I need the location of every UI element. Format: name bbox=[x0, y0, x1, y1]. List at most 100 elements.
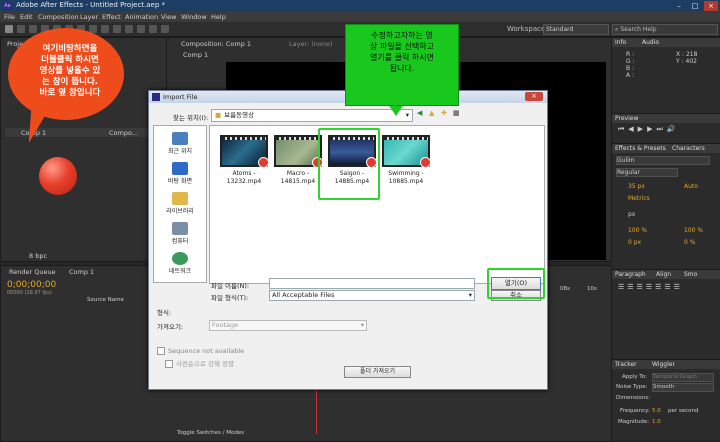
close-icon[interactable]: × bbox=[704, 1, 718, 11]
menu-help[interactable]: Help bbox=[211, 13, 226, 21]
after-effects-dialog-icon bbox=[152, 93, 160, 101]
place-label: 네트워크 bbox=[168, 268, 192, 275]
menu-bar: File Edit Composition Layer Effect Anima… bbox=[0, 12, 720, 22]
tab-preview[interactable]: Preview bbox=[615, 115, 638, 122]
project-item-compo[interactable]: Compo... bbox=[109, 129, 138, 137]
callout-line: 열기를 클릭 하시면 bbox=[370, 53, 434, 62]
frequency-value[interactable]: 5.0 bbox=[652, 408, 661, 414]
menu-effect[interactable]: Effect bbox=[102, 13, 121, 21]
selected-file-highlight bbox=[318, 128, 380, 200]
menu-view[interactable]: View bbox=[161, 13, 176, 21]
maximize-icon[interactable]: □ bbox=[688, 1, 702, 11]
magnitude-value[interactable]: 1.0 bbox=[652, 419, 661, 425]
instruction-callout-text: 수정하고자하는 영 상 파일을 선택하고 열기를 클릭 하시면 됩니다. bbox=[350, 30, 454, 74]
callout-line: 수정하고자하는 영 bbox=[371, 31, 433, 40]
clone-tool-icon[interactable] bbox=[125, 25, 133, 33]
zoom-tool-icon[interactable] bbox=[29, 25, 37, 33]
preview-controls[interactable]: ⏮◀▶▶⏭🔊 bbox=[618, 125, 714, 133]
import-folder-button[interactable]: 폴더 가져오기 bbox=[344, 366, 411, 378]
file-item-swimming[interactable]: Swimming - 10885.mp4 bbox=[378, 135, 434, 185]
file-item-atoms[interactable]: Atoms - 13232.mp4 bbox=[216, 135, 272, 185]
font-style-select[interactable]: Regular bbox=[616, 168, 678, 177]
tab-tracker[interactable]: Tracker bbox=[615, 361, 637, 368]
back-icon[interactable]: ◀ bbox=[417, 109, 425, 118]
menu-window[interactable]: Window bbox=[181, 13, 207, 21]
tsume-value[interactable]: 0 % bbox=[684, 239, 695, 246]
menu-file[interactable]: File bbox=[4, 13, 15, 21]
red-dot-marker bbox=[39, 157, 77, 195]
hand-tool-icon[interactable] bbox=[17, 25, 25, 33]
source-name-header: Source Name bbox=[87, 297, 124, 303]
tab-characters[interactable]: Characters bbox=[672, 145, 705, 152]
place-label: 바탕 화면 bbox=[168, 178, 192, 185]
force-alpha-checkbox[interactable]: 사전순으로 강제 정렬 bbox=[165, 358, 234, 368]
stroke-width-unit[interactable]: px bbox=[628, 211, 635, 218]
comp-subtab[interactable]: Comp 1 bbox=[183, 51, 208, 59]
effects-characters-header: Effects & Presets Characters bbox=[612, 143, 720, 153]
selection-tool-icon[interactable] bbox=[5, 25, 13, 33]
paragraph-align-buttons[interactable]: ☰☰☰☰☰☰☰ bbox=[618, 283, 714, 291]
info-x: X : 218 bbox=[676, 51, 698, 58]
recent-places-icon bbox=[172, 132, 188, 145]
roto-brush-tool-icon[interactable] bbox=[149, 25, 157, 33]
tab-comp1-timeline[interactable]: Comp 1 bbox=[69, 268, 94, 276]
vertical-scale-value[interactable]: 100 % bbox=[628, 227, 647, 234]
kerning-value[interactable]: Metrics bbox=[628, 195, 650, 202]
apply-to-select[interactable]: Temporal Graph bbox=[652, 373, 714, 382]
tab-align[interactable]: Align bbox=[656, 271, 671, 278]
bubble-line: 바로 옆 창입니다 bbox=[39, 88, 101, 98]
look-in-select[interactable]: ■ 보름동영상 ▾ bbox=[211, 109, 413, 122]
look-in-value: 보름동영상 bbox=[224, 111, 255, 119]
timecode-display[interactable]: 0;00;00;00 bbox=[7, 280, 56, 290]
workspace-select[interactable]: Standard bbox=[543, 24, 609, 35]
tab-wiggler[interactable]: Wiggler bbox=[652, 361, 675, 368]
up-folder-icon[interactable]: ▲ bbox=[429, 109, 437, 118]
horizontal-scale-value[interactable]: 100 % bbox=[684, 227, 703, 234]
tab-info[interactable]: Info bbox=[615, 39, 626, 46]
menu-layer[interactable]: Layer bbox=[80, 13, 98, 21]
info-r: R : bbox=[626, 51, 635, 58]
tab-layer[interactable]: Layer: (none) bbox=[289, 40, 333, 48]
after-effects-logo-icon: Ae bbox=[3, 2, 12, 10]
menu-animation[interactable]: Animation bbox=[125, 13, 158, 21]
workspace-label: Workspace: bbox=[507, 25, 548, 33]
bit-depth-label[interactable]: 8 bpc bbox=[29, 252, 47, 260]
eraser-tool-icon[interactable] bbox=[137, 25, 145, 33]
place-computer[interactable]: 컴퓨터 bbox=[154, 222, 206, 245]
import-as-select[interactable]: Footage ▾ bbox=[209, 320, 367, 331]
place-recent[interactable]: 최근 위치 bbox=[154, 132, 206, 155]
tab-smoother[interactable]: Smo bbox=[684, 271, 697, 278]
font-size-value[interactable]: 35 px bbox=[628, 183, 645, 190]
tab-effects-presets[interactable]: Effects & Presets bbox=[615, 145, 666, 152]
menu-composition[interactable]: Composition bbox=[38, 13, 79, 21]
tab-audio[interactable]: Audio bbox=[642, 39, 659, 46]
filetype-select[interactable]: All Acceptable Files ▾ bbox=[269, 290, 475, 301]
tab-render-queue[interactable]: Render Queue bbox=[9, 268, 56, 276]
puppet-tool-icon[interactable] bbox=[161, 25, 169, 33]
noise-type-select[interactable]: Smooth bbox=[652, 383, 714, 392]
font-family-select[interactable]: Gulim bbox=[616, 156, 710, 165]
tab-composition[interactable]: Composition: Comp 1 bbox=[181, 40, 251, 48]
search-help-input[interactable]: ⌕ Search Help bbox=[612, 24, 718, 35]
dialog-close-icon[interactable]: × bbox=[525, 92, 543, 101]
sequence-checkbox[interactable]: Sequence not available bbox=[157, 347, 244, 355]
minimize-icon[interactable]: – bbox=[672, 1, 686, 11]
import-as-value: Footage bbox=[212, 321, 239, 329]
place-libraries[interactable]: 라이브러리 bbox=[154, 192, 206, 215]
desktop-icon bbox=[172, 162, 188, 175]
place-desktop[interactable]: 바탕 화면 bbox=[154, 162, 206, 185]
view-menu-icon[interactable]: ▦ bbox=[453, 109, 463, 118]
type-tool-icon[interactable] bbox=[101, 25, 109, 33]
baseline-shift-value[interactable]: 0 px bbox=[628, 239, 641, 246]
chevron-down-icon: ▾ bbox=[468, 291, 472, 299]
tab-paragraph[interactable]: Paragraph bbox=[615, 271, 646, 278]
frequency-unit: per second bbox=[668, 408, 699, 414]
place-network[interactable]: 네트워크 bbox=[154, 252, 206, 275]
new-folder-icon[interactable]: ✚ bbox=[441, 109, 449, 118]
sequence-label: Sequence not available bbox=[168, 347, 245, 355]
brush-tool-icon[interactable] bbox=[113, 25, 121, 33]
leading-value[interactable]: Auto bbox=[684, 183, 698, 190]
filename-input[interactable] bbox=[269, 278, 475, 289]
toggle-switches-modes-button[interactable]: Toggle Switches / Modes bbox=[177, 430, 244, 436]
menu-edit[interactable]: Edit bbox=[20, 13, 33, 21]
